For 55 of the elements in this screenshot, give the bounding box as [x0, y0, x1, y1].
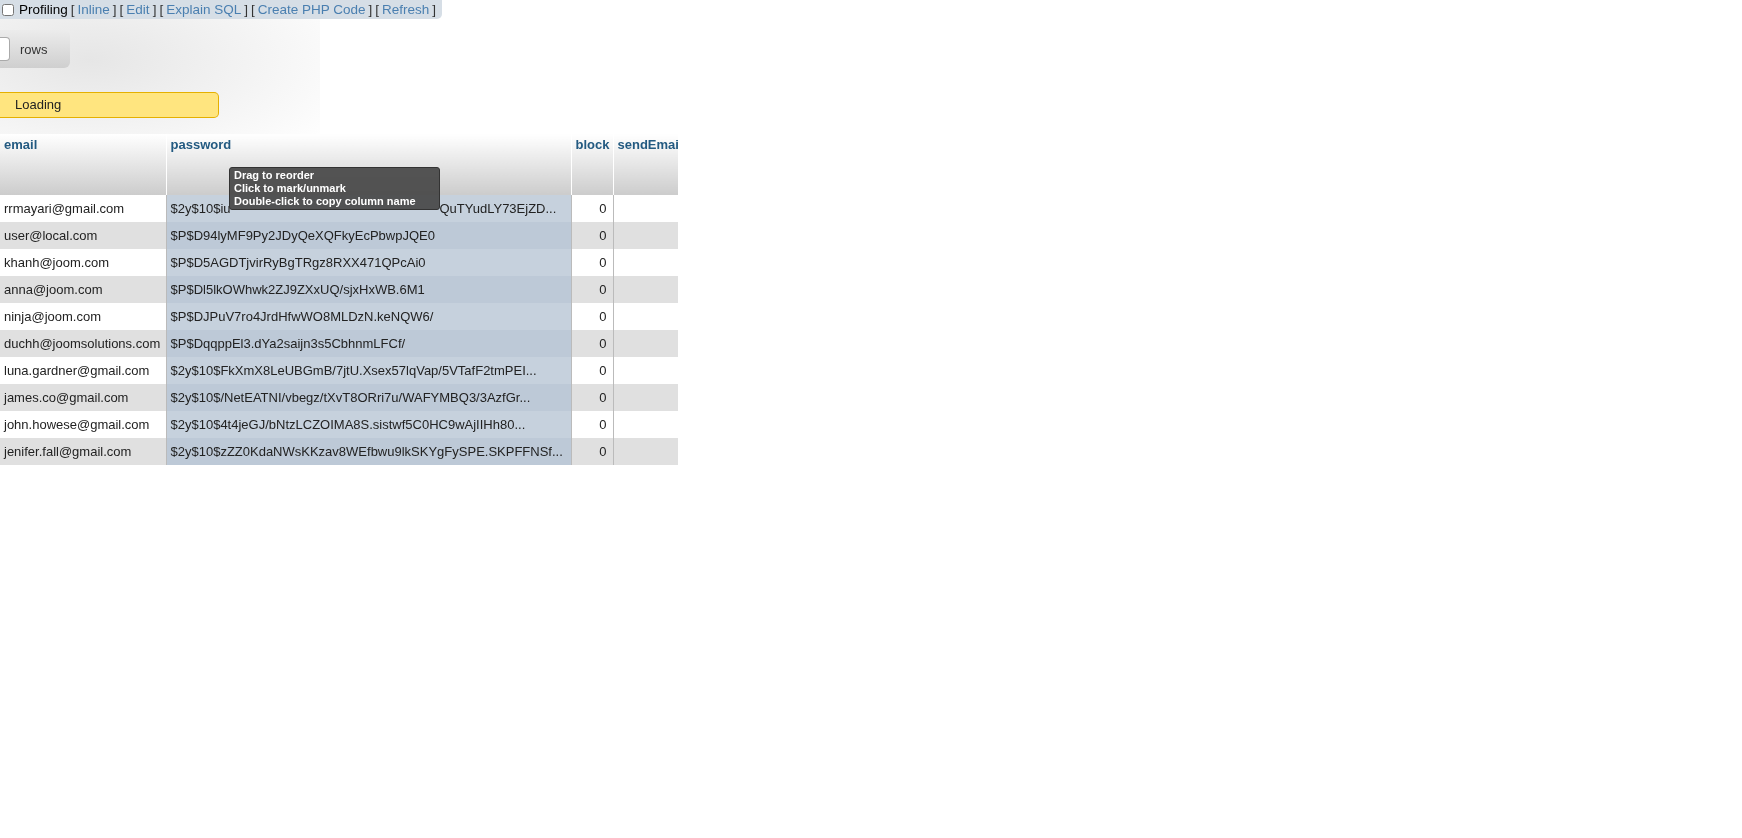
table-cell: 0 — [571, 303, 613, 330]
tooltip-line: Double-click to copy column name — [234, 195, 417, 208]
query-link[interactable]: Refresh — [382, 2, 430, 17]
table-cell: 0 — [571, 411, 613, 438]
table-cell: 0 — [571, 438, 613, 465]
query-link[interactable]: Explain SQL — [166, 2, 242, 17]
tooltip-line: Click to mark/unmark — [234, 182, 347, 195]
bracket: [ — [375, 2, 380, 17]
table-cell: rrmayari@gmail.com — [0, 195, 166, 222]
table-cell: john.howese@gmail.com — [0, 411, 166, 438]
tooltip-line: Drag to reorder — [234, 169, 316, 182]
table-cell-text: QuTYudLY73EjZD... — [439, 201, 557, 216]
rows-input[interactable] — [0, 37, 10, 61]
table-cell: $2y$10$zZZ0KdaNWsKKzav8WEfbwu9lkSKYgFySPE.SKPFFNSf... — [166, 438, 571, 465]
table-cell: james.co@gmail.com — [0, 384, 166, 411]
table-cell: $2y$10$FkXmX8LeUBGmB/7jtU.Xsex57lqVap/5VTafF2tmPEI... — [166, 357, 571, 384]
table-cell: 0 — [571, 249, 613, 276]
query-link[interactable]: Inline — [77, 2, 110, 17]
table-cell: 0 — [571, 276, 613, 303]
table-cell: ninja@joom.com — [0, 303, 166, 330]
bracket: [ — [250, 2, 255, 17]
table-cell: luna.gardner@gmail.com — [0, 357, 166, 384]
bracket: [ — [119, 2, 124, 17]
table-cell: $P$D94lyMF9Py2JDyQeXQFkyEcPbwpJQE0 — [166, 222, 571, 249]
profiling-checkbox[interactable] — [2, 3, 14, 16]
profiling-label: Profiling — [19, 2, 68, 17]
rows-label: rows — [20, 41, 48, 57]
bracket: ] — [244, 2, 248, 17]
query-link[interactable]: Edit — [126, 2, 150, 17]
bracket: [ — [159, 2, 164, 17]
column-header[interactable]: email — [0, 134, 166, 195]
table-cell: $2y$10$4t4jeGJ/bNtzLCZOIMA8S.sistwf5C0HC9wAjIIHh80... — [166, 411, 571, 438]
table-cell-text: $2y$10$iu — [170, 201, 231, 216]
query-link[interactable]: Create PHP Code — [257, 2, 366, 17]
table-cell: 0 — [571, 195, 613, 222]
loading-message: Loading — [0, 92, 219, 118]
table-cell: $P$DqqppEl3.dYa2saijn3s5CbhnmLFCf/ — [166, 330, 571, 357]
table-cell: 0 — [571, 357, 613, 384]
table-cell: jenifer.fall@gmail.com — [0, 438, 166, 465]
bracket: ] — [112, 2, 117, 17]
bracket: ] — [432, 2, 437, 17]
table-cell: 0 — [571, 384, 613, 411]
table-cell: duchh@joomsolutions.com — [0, 330, 166, 357]
table-cell: $2y$10$/NetEATNI/vbegz/tXvT8ORri7u/WAFYMBQ3/3AzfGr... — [166, 384, 571, 411]
table-cell: anna@joom.com — [0, 276, 166, 303]
bracket: [ — [70, 2, 75, 17]
table-cell: user@local.com — [0, 222, 166, 249]
bracket: ] — [152, 2, 157, 17]
table-cell: $P$D5AGDTjvirRyBgTRgz8RXX471QPcAi0 — [166, 249, 571, 276]
table-cell: $P$Dl5lkOWhwk2ZJ9ZXxUQ/sjxHxWB.6M1 — [166, 276, 571, 303]
table-cell: $P$DJPuV7ro4JrdHfwWO8MLDzN.keNQW6/ — [166, 303, 571, 330]
table-cell: 0 — [571, 222, 613, 249]
bracket: ] — [368, 2, 373, 17]
table-cell: 0 — [571, 330, 613, 357]
table-cell: khanh@joom.com — [0, 249, 166, 276]
